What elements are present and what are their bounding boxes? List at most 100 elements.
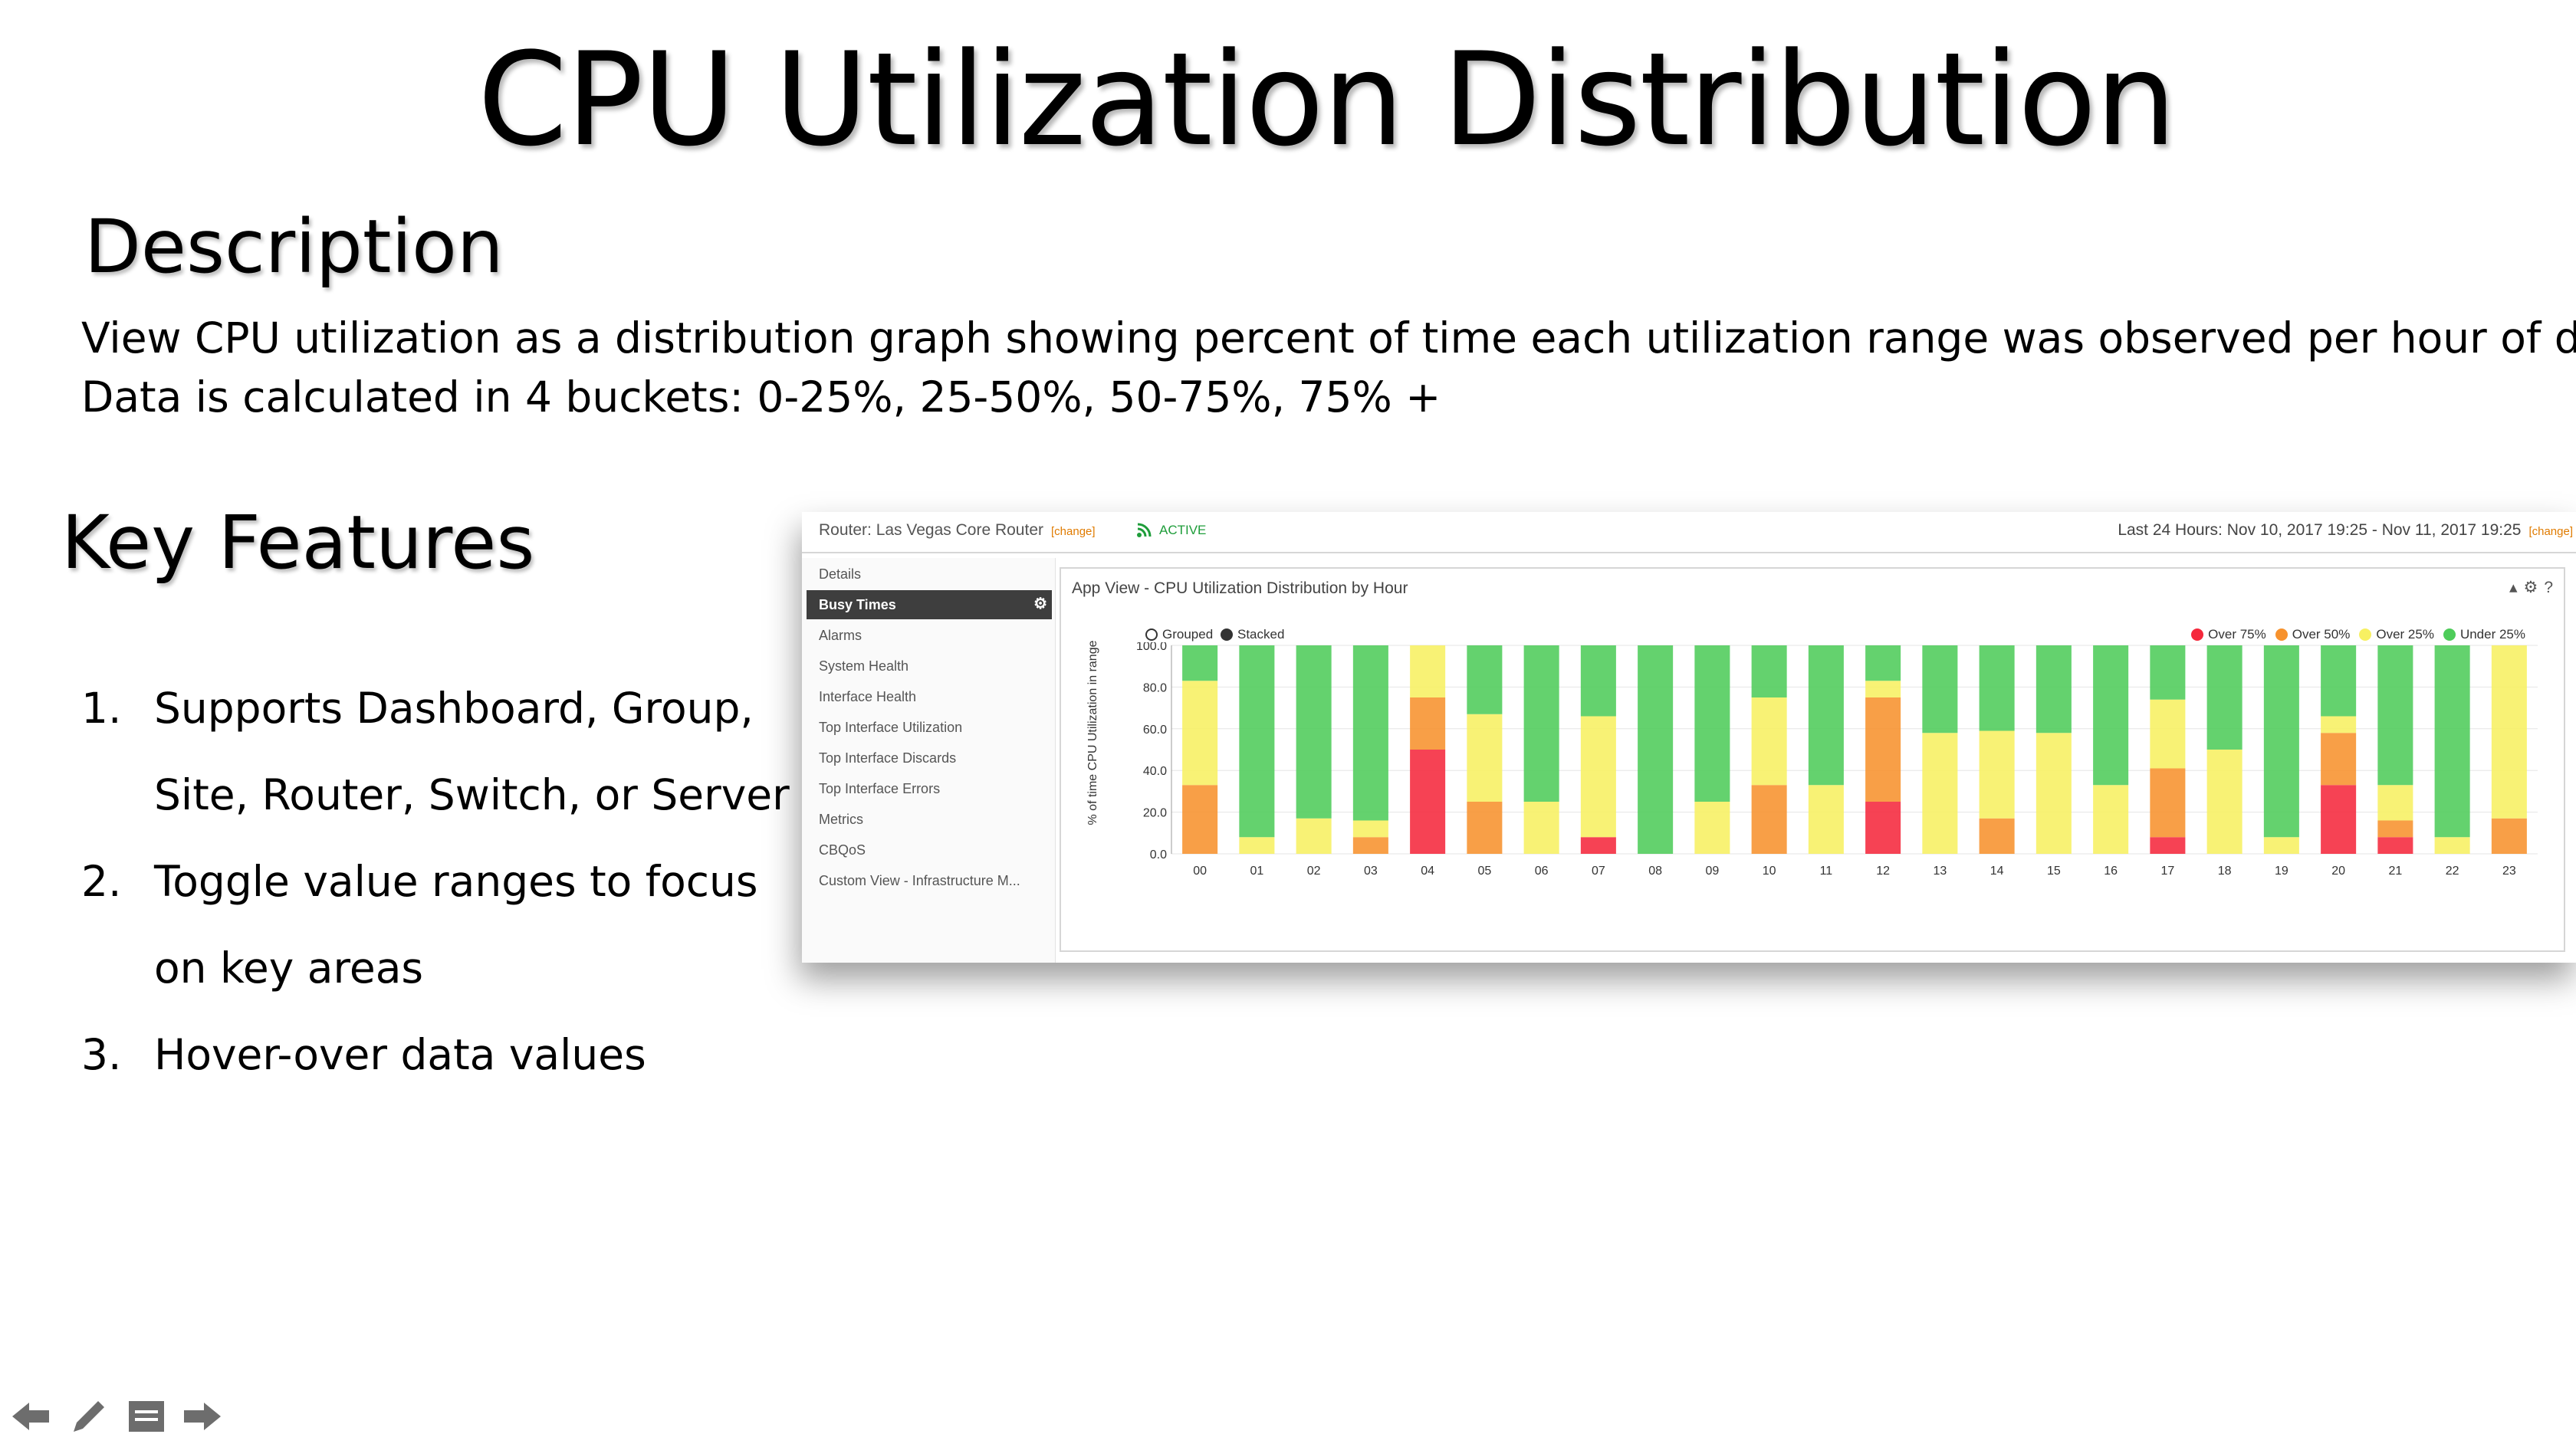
bar-segment[interactable] <box>2377 785 2413 821</box>
bar-segment[interactable] <box>1751 785 1787 854</box>
bar-segment[interactable] <box>2150 645 2186 700</box>
feature-number: 3. <box>81 1030 122 1079</box>
time-range-text: Last 24 Hours: Nov 10, 2017 19:25 - Nov … <box>2118 521 2522 539</box>
sidebar-item[interactable]: Metrics <box>807 805 1052 834</box>
bar-segment[interactable] <box>1580 645 1616 717</box>
sidebar-item[interactable]: Alarms <box>807 621 1052 650</box>
bar-segment[interactable] <box>2150 699 2186 769</box>
x-tick-label: 15 <box>2047 865 2061 878</box>
bar-segment[interactable] <box>1694 645 1730 802</box>
bar-segment[interactable] <box>2321 785 2357 854</box>
bar-segment[interactable] <box>2491 645 2527 819</box>
sidebar-item[interactable]: Busy Times ⚙ <box>807 590 1052 619</box>
bar-segment[interactable] <box>2036 645 2072 733</box>
bar-segment[interactable] <box>1352 837 1388 854</box>
bar-segment[interactable] <box>1410 697 1446 750</box>
pen-icon[interactable] <box>67 1395 110 1438</box>
bar-segment[interactable] <box>1580 716 1616 838</box>
bar-segment[interactable] <box>2263 837 2299 854</box>
bar-segment[interactable] <box>2434 837 2470 854</box>
bar-segment[interactable] <box>1467 714 1503 802</box>
bar-segment[interactable] <box>1638 645 1674 854</box>
x-tick-label: 13 <box>1933 865 1947 878</box>
bar-segment[interactable] <box>1239 645 1275 838</box>
bar-segment[interactable] <box>2377 820 2413 838</box>
bar-segment[interactable] <box>1410 750 1446 854</box>
sidebar-item[interactable]: Top Interface Discards <box>807 743 1052 773</box>
bar-segment[interactable] <box>1751 645 1787 697</box>
legend-item[interactable]: Over 75% <box>2191 627 2266 642</box>
bar-segment[interactable] <box>1182 645 1218 681</box>
forward-arrow-icon[interactable] <box>182 1400 222 1433</box>
bar-segment[interactable] <box>1979 645 2015 731</box>
sidebar-item[interactable]: System Health <box>807 651 1052 681</box>
stacked-toggle[interactable]: Stacked <box>1221 627 1284 642</box>
x-tick-label: 00 <box>1193 865 1207 878</box>
bar-segment[interactable] <box>2321 733 2357 786</box>
router-change-link[interactable]: [change] <box>1051 525 1096 538</box>
bar-segment[interactable] <box>2434 645 2470 838</box>
bar-segment[interactable] <box>2491 818 2527 854</box>
legend-item[interactable]: Over 50% <box>2275 627 2351 642</box>
help-icon[interactable]: ? <box>2544 579 2553 596</box>
time-range-change-link[interactable]: [change] <box>2528 525 2573 538</box>
bar-segment[interactable] <box>1467 802 1503 854</box>
bar-segment[interactable] <box>1922 645 1958 733</box>
bar-segment[interactable] <box>1182 681 1218 786</box>
bar-segment[interactable] <box>1410 645 1446 697</box>
sidebar-item[interactable]: Details <box>807 560 1052 589</box>
back-arrow-icon[interactable] <box>11 1400 51 1433</box>
bar-segment[interactable] <box>1808 785 1844 854</box>
bar-segment[interactable] <box>1922 733 1958 854</box>
bar-segment[interactable] <box>2321 716 2357 733</box>
settings-gear-icon[interactable]: ⚙ <box>2523 579 2538 596</box>
bar-segment[interactable] <box>2263 645 2299 838</box>
bar-segment[interactable] <box>1523 802 1559 854</box>
legend-item[interactable]: Under 25% <box>2443 627 2525 642</box>
bar-segment[interactable] <box>1865 645 1901 681</box>
collapse-icon[interactable]: ▴ <box>2509 579 2518 596</box>
bar-segment[interactable] <box>1239 837 1275 854</box>
bar-segment[interactable] <box>2321 645 2357 717</box>
bar-segment[interactable] <box>2150 768 2186 838</box>
bar-segment[interactable] <box>1352 820 1388 838</box>
bar-segment[interactable] <box>1352 645 1388 821</box>
bar-segment[interactable] <box>1865 802 1901 854</box>
legend-item[interactable]: Over 25% <box>2359 627 2434 642</box>
bar-segment[interactable] <box>1979 730 2015 819</box>
bar-segment[interactable] <box>2150 837 2186 854</box>
x-tick-label: 18 <box>2218 865 2232 878</box>
bar-segment[interactable] <box>2036 733 2072 854</box>
bar-segment[interactable] <box>1979 818 2015 854</box>
gear-icon[interactable]: ⚙ <box>1033 596 1047 612</box>
bar-segment[interactable] <box>1808 645 1844 786</box>
bar-segment[interactable] <box>1296 818 1332 854</box>
bar-segment[interactable] <box>2206 750 2242 854</box>
bar-segment[interactable] <box>1467 645 1503 714</box>
sidebar-item[interactable]: CBQoS <box>807 835 1052 865</box>
bar-segment[interactable] <box>1751 697 1787 786</box>
sidebar-item[interactable]: Top Interface Errors <box>807 774 1052 803</box>
bar-segment[interactable] <box>1865 681 1901 697</box>
grouped-toggle[interactable]: Grouped <box>1145 627 1213 642</box>
notes-icon[interactable] <box>127 1400 166 1433</box>
sidebar-item-label: System Health <box>819 658 909 674</box>
bar-segment[interactable] <box>2206 645 2242 750</box>
bar-segment[interactable] <box>2093 645 2129 786</box>
bar-segment[interactable] <box>1694 802 1730 854</box>
bar-segment[interactable] <box>1523 645 1559 802</box>
sidebar-item[interactable]: Custom View - Infrastructure M... <box>807 866 1052 895</box>
bar-segment[interactable] <box>1580 837 1616 854</box>
bar-segment[interactable] <box>2093 785 2129 854</box>
bar-segment[interactable] <box>1865 697 1901 802</box>
slide-title: CPU Utilization Distribution <box>477 25 2177 175</box>
bar-segment[interactable] <box>2377 837 2413 854</box>
legend-label: Over 50% <box>2292 627 2351 642</box>
x-tick-label: 08 <box>1648 865 1662 878</box>
bar-segment[interactable] <box>1182 785 1218 854</box>
bar-segment[interactable] <box>2377 645 2413 786</box>
bar-segment[interactable] <box>1296 645 1332 819</box>
sidebar-item[interactable]: Top Interface Utilization <box>807 713 1052 742</box>
x-tick-label: 12 <box>1876 865 1890 878</box>
sidebar-item[interactable]: Interface Health <box>807 682 1052 711</box>
